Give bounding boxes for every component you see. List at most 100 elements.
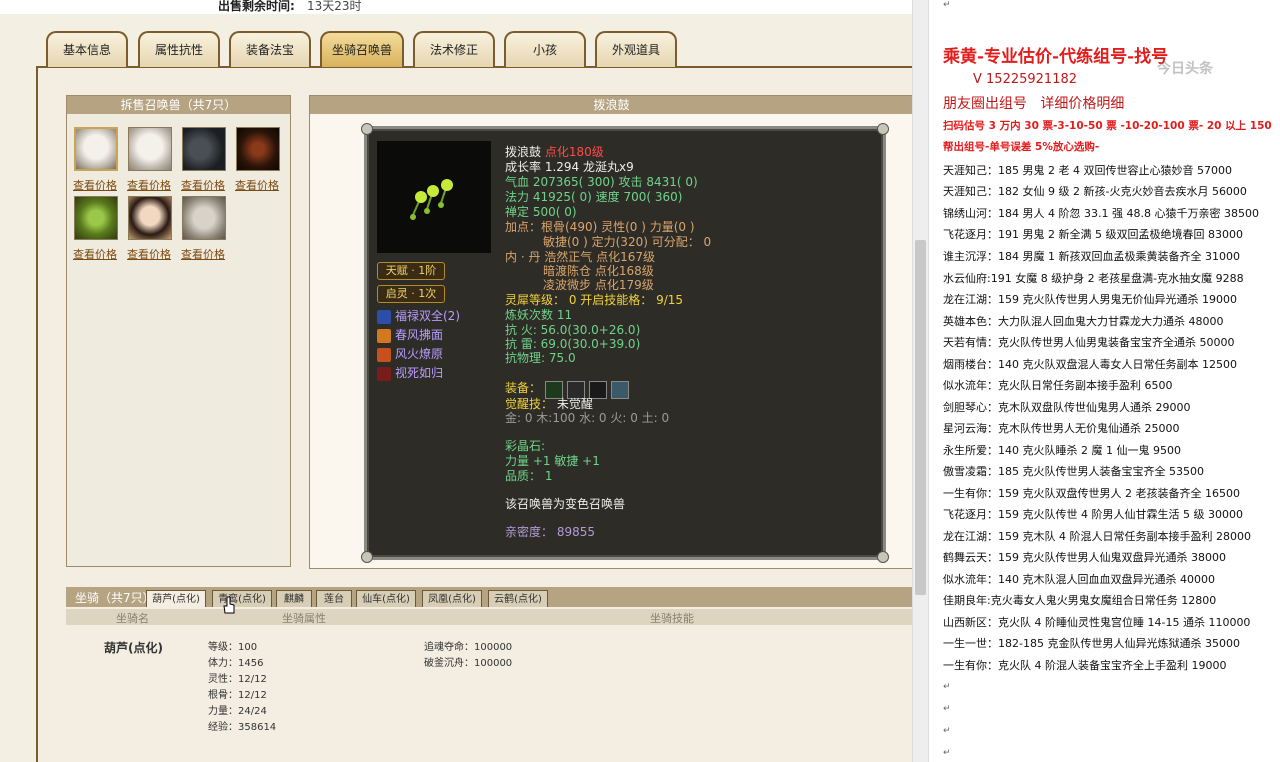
mount-name: 葫芦(点化) (104, 641, 163, 655)
pet-thumb-6[interactable] (128, 196, 172, 240)
watermark-text: 今日头条 (1157, 61, 1213, 77)
view-price-link-2[interactable]: 查看价格 (127, 177, 171, 193)
tab-spells[interactable]: 法术修正 (413, 31, 495, 67)
mount-tab-2[interactable]: 青鸾(点化) (212, 590, 272, 607)
vertical-scrollbar[interactable] (912, 0, 929, 762)
pet-thumb-1[interactable] (74, 127, 118, 171)
pet-detail-panel: 拨浪鼓 天赋 · 1阶 启灵 · 1次 福禄双全(2) 春风拂面 风火燎原 视死… (309, 95, 912, 569)
elements-line: 金: 0 木:100 水: 0 火: 0 土: 0 (505, 411, 670, 425)
mount-stat-stamina: 体力：1456 (208, 658, 264, 669)
skill-1[interactable]: 福禄双全(2) (377, 307, 460, 324)
pet-detail-card: 天赋 · 1阶 启灵 · 1次 福禄双全(2) 春风拂面 风火燎原 视死如归 拨… (361, 123, 889, 563)
skill-4[interactable]: 视死如归 (377, 364, 443, 381)
doc-promo-1: 扫码估号 3 万内 30 票-3-10-50 票 -10-20-100 票- 2… (943, 120, 1272, 132)
mount-skill-1: 追魂夺命：100000 (424, 642, 513, 653)
skill-4-label: 视死如归 (395, 366, 444, 380)
mount-tab-1[interactable]: 葫芦(点化) (146, 590, 206, 607)
skill-2-label: 春风拂面 (395, 328, 444, 342)
mount-tab-6[interactable]: 凤凰(点化) (422, 590, 482, 607)
tab-basic-info[interactable]: 基本信息 (46, 31, 128, 67)
listing-line-21: 佳期良年:克火毒女人鬼火男鬼女魔组合日常任务 12800 (943, 594, 1217, 607)
listing-line-8: 英雄本色：大力队混人回血鬼大力甘霖龙大力通杀 48000 (943, 315, 1224, 328)
mount-tab-4[interactable]: 莲台 (316, 590, 352, 607)
listing-line-24: 一生有你：克火队 4 阶混人装备宝宝齐全上手盈利 19000 (943, 659, 1227, 672)
spd-value: 速度 700( 360) (595, 190, 683, 204)
doc-title: 乘黄-专业估价-代练组号-找号 (943, 47, 1169, 67)
listing-line-5: 谁主沉浮：184 男魔 1 新孩双回血孟极乘黄装备齐全 31000 (943, 250, 1240, 263)
mount-tab-3[interactable]: 麒麟 (276, 590, 312, 607)
listing-line-14: 永生所爱：140 克火队睡杀 2 魔 1 仙一鬼 9500 (943, 444, 1181, 457)
listing-line-19: 鹤舞云天：159 克火队传世男人仙鬼双盘异光通杀 38000 (943, 551, 1226, 564)
equipment-label: 装备： (505, 381, 542, 395)
listing-line-10: 烟雨楼台：140 克火队双盘混人毒女人日常任务副本 12500 (943, 358, 1237, 371)
skill-3[interactable]: 风火燎原 (377, 345, 443, 362)
card-corner-tl (361, 123, 373, 135)
resist-phys-line: 抗物理: 75.0 (505, 351, 576, 365)
listing-line-15: 傲雪凌霜：185 克火队传世男人装备宝宝齐全 53500 (943, 465, 1204, 478)
doc-subtitle: 朋友圈出组号 详细价格明细 (943, 93, 1124, 113)
mp-value: 法力 41925( 0) (505, 190, 592, 204)
tab-mount-pets[interactable]: 坐骑召唤兽 (320, 31, 404, 67)
paragraph-mark: ↵ (943, 0, 951, 10)
listing-line-12: 剑胆琴心：克木队双盘队传世仙鬼男人通杀 29000 (943, 401, 1191, 414)
paragraph-mark: ↵ (943, 704, 951, 714)
hp-value: 气血 207365( 300) (505, 175, 615, 189)
quality-line: 品质： 1 (505, 469, 553, 483)
doc-promo-2: 帮出组号-单号误差 5%放心选购- (943, 141, 1100, 153)
pet-thumb-4[interactable] (236, 127, 280, 171)
skill-1-label: 福禄双全(2) (395, 309, 460, 323)
view-price-link-4[interactable]: 查看价格 (235, 177, 279, 193)
mount-stat-spirit: 灵性：12/12 (208, 674, 267, 685)
pet-thumb-3[interactable] (182, 127, 226, 171)
card-corner-tr (877, 123, 889, 135)
tab-children[interactable]: 小孩 (504, 31, 586, 67)
skill-1-icon (377, 309, 391, 324)
color-note-line: 该召唤兽为变色召唤兽 (505, 497, 626, 511)
pets-panel-title: 拆售召唤兽（共7只） (67, 96, 290, 114)
doc-subtitle-1: 朋友圈出组号 (943, 96, 1027, 112)
pet-thumb-5[interactable] (74, 196, 118, 240)
listing-line-23: 一生一世：182-185 克金队传世男人仙异光炼狱通杀 35000 (943, 637, 1240, 650)
listing-line-22: 山西新区：克火队 4 阶睡仙灵性鬼宫位睡 14-15 通杀 110000 (943, 616, 1251, 629)
listing-line-11: 似水流年：克火队日常任务副本接手盈利 6500 (943, 379, 1173, 392)
pet-name: 拨浪鼓 (505, 145, 542, 159)
qiling-badge: 启灵 · 1次 (377, 285, 445, 303)
listing-line-13: 星河云海：克木队传世男人无价鬼仙通杀 25000 (943, 422, 1180, 435)
sale-bar: 出售剩余时间: 13天23时 (0, 0, 912, 14)
tab-equipment[interactable]: 装备法宝 (229, 31, 311, 67)
col-mount-skill: 坐骑技能 (650, 612, 694, 625)
listing-line-16: 一生有你：159 克火队双盘传世男人 2 老孩装备齐全 16500 (943, 487, 1240, 500)
skill-2[interactable]: 春风拂面 (377, 326, 443, 343)
document-panel: ↵ 乘黄-专业估价-代练组号-找号 V 15225921182 今日头条 朋友圈… (928, 0, 1280, 762)
skill-4-icon (377, 366, 391, 381)
pet-detail-title: 拨浪鼓 (310, 96, 912, 114)
mouse-cursor-icon (223, 596, 235, 614)
tab-appearance[interactable]: 外观道具 (595, 31, 677, 67)
listing-line-6: 水云仙府:191 女魔 8 级护身 2 老孩星盘满-克水抽女魔 9288 (943, 272, 1244, 285)
skill-2-icon (377, 328, 391, 343)
pet-portrait-image (377, 141, 491, 253)
listing-line-2: 天涯知己：182 女仙 9 级 2 新孩-火克火妙音去疾水月 56000 (943, 185, 1247, 198)
view-price-link-3[interactable]: 查看价格 (181, 177, 225, 193)
col-mount-name: 坐骑名 (116, 612, 149, 625)
scrollbar-thumb[interactable] (915, 240, 926, 595)
pets-panel: 拆售召唤兽（共7只） 查看价格 查看价格 查看价格 查看价格 查看价格 查看价格… (66, 95, 291, 567)
view-price-link-7[interactable]: 查看价格 (181, 246, 225, 262)
view-price-link-1[interactable]: 查看价格 (73, 177, 117, 193)
intimacy-line: 亲密度： 89855 (505, 525, 595, 539)
doc-subtitle-2: 详细价格明细 (1040, 96, 1125, 112)
paragraph-mark: ↵ (943, 748, 951, 758)
mounts-title: 坐骑（共7只） (75, 591, 155, 605)
pet-thumb-2[interactable] (128, 127, 172, 171)
mount-stat-strength: 力量：24/24 (208, 706, 267, 717)
tab-attributes[interactable]: 属性抗性 (138, 31, 220, 67)
pet-thumb-7[interactable] (182, 196, 226, 240)
doc-phone: V 15225921182 (973, 72, 1078, 87)
mount-stat-level: 等级：100 (208, 642, 258, 653)
equip-slot-4-icon[interactable] (610, 380, 629, 399)
view-price-link-5[interactable]: 查看价格 (73, 246, 117, 262)
listing-line-17: 飞花逐月：159 克火队传世 4 阶男人仙甘霖生活 5 级 30000 (943, 508, 1243, 521)
view-price-link-6[interactable]: 查看价格 (127, 246, 171, 262)
mount-tab-5[interactable]: 仙车(点化) (356, 590, 416, 607)
mount-tab-7[interactable]: 云鹤(点化) (488, 590, 548, 607)
